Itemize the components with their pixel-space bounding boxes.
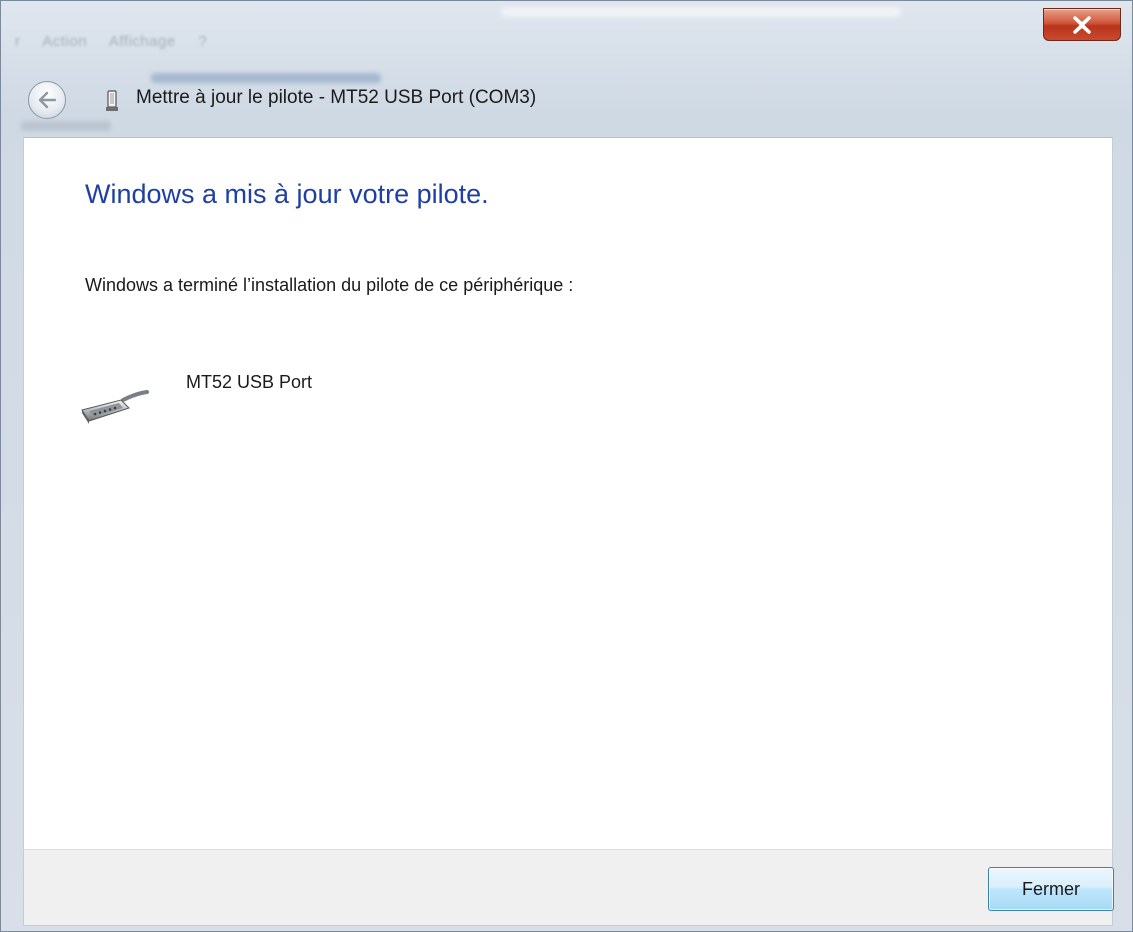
dialog-window: r Action Affichage ? Mettre à jour le pi…: [0, 0, 1133, 932]
background-menu-item: Action: [42, 33, 88, 50]
window-close-button[interactable]: [1043, 8, 1121, 41]
background-tab-blur: [21, 121, 111, 131]
serial-port-connector-icon: [81, 390, 149, 424]
close-x-icon: [1073, 15, 1091, 34]
fermer-button[interactable]: Fermer: [988, 867, 1114, 911]
back-button[interactable]: [28, 81, 66, 119]
background-toolbar-blur: [151, 73, 381, 83]
back-arrow-icon: [38, 91, 57, 109]
dialog-title: Mettre à jour le pilote - MT52 USB Port …: [136, 87, 537, 108]
completion-message: Windows a terminé l’installation du pilo…: [85, 275, 574, 295]
background-menu-bar: r Action Affichage ?: [15, 33, 225, 50]
background-menu-item: ?: [198, 33, 208, 50]
background-menu-item: r: [15, 33, 21, 50]
background-menu-item: Affichage: [108, 33, 176, 50]
dialog-footer: Fermer: [23, 849, 1114, 926]
device-name: MT52 USB Port: [186, 372, 313, 392]
success-heading: Windows a mis à jour votre pilote.: [85, 179, 489, 209]
usb-device-icon: [106, 90, 118, 111]
content-pane: Windows a mis à jour votre pilote. Windo…: [23, 137, 1113, 849]
background-glass-highlight: [501, 7, 901, 17]
